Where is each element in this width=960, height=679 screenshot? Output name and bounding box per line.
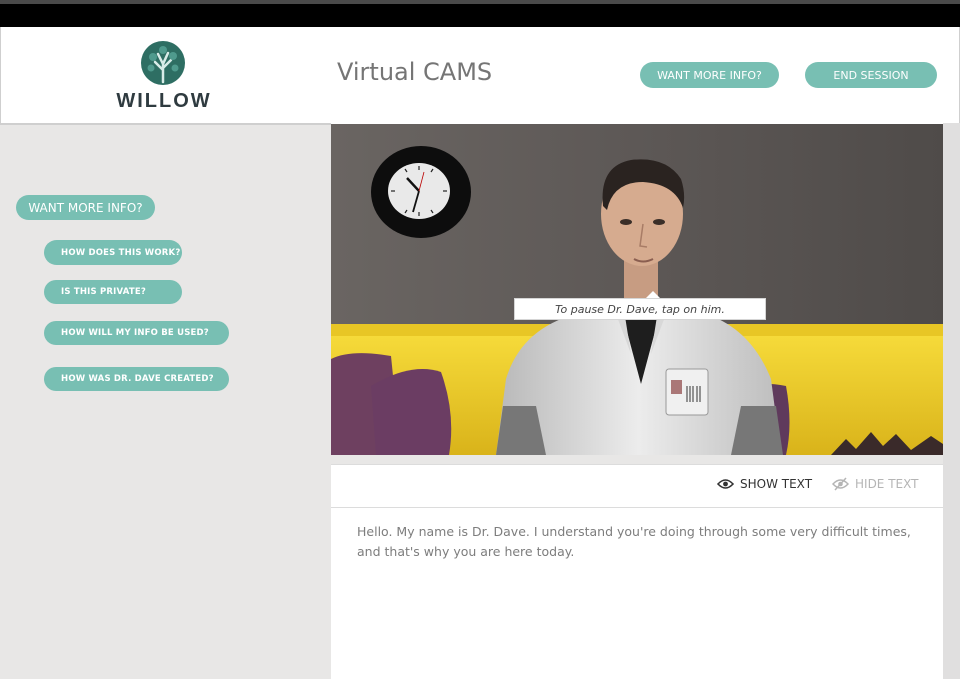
- window-top-bar: [0, 0, 960, 27]
- eye-icon: [717, 479, 734, 489]
- sidebar: WANT MORE INFO? HOW DOES THIS WORK? IS T…: [0, 123, 331, 679]
- top-stripe: [0, 0, 960, 4]
- tree-logo-icon: [141, 41, 185, 85]
- logo-text: WILLOW: [116, 90, 212, 112]
- clock-icon: [371, 146, 471, 238]
- pause-tooltip: To pause Dr. Dave, tap on him.: [514, 298, 766, 320]
- show-text-label: SHOW TEXT: [740, 477, 813, 491]
- hide-text-label: HIDE TEXT: [855, 477, 919, 491]
- end-session-button[interactable]: END SESSION: [805, 62, 937, 88]
- avatar-scene[interactable]: [331, 124, 943, 455]
- show-text-button[interactable]: SHOW TEXT: [717, 477, 812, 491]
- sidebar-want-more-info-button[interactable]: WANT MORE INFO?: [16, 195, 155, 220]
- text-controls: SHOW TEXT HIDE TEXT: [331, 464, 943, 508]
- header: WILLOW Virtual CAMS WANT MORE INFO? END …: [0, 27, 960, 123]
- faq-info-usage-button[interactable]: HOW WILL MY INFO BE USED?: [44, 321, 229, 345]
- faq-dr-dave-created-button[interactable]: HOW WAS DR. DAVE CREATED?: [44, 367, 229, 391]
- divider-strip: [331, 455, 943, 464]
- transcript-text: Hello. My name is Dr. Dave. I understand…: [357, 524, 911, 559]
- want-more-info-button[interactable]: WANT MORE INFO?: [640, 62, 779, 88]
- page-title: Virtual CAMS: [337, 58, 493, 86]
- tooltip-arrow: [646, 291, 660, 298]
- avatar-video[interactable]: [331, 124, 943, 455]
- faq-how-does-this-work-button[interactable]: HOW DOES THIS WORK?: [44, 240, 182, 265]
- hide-text-button[interactable]: HIDE TEXT: [832, 477, 918, 491]
- faq-is-this-private-button[interactable]: IS THIS PRIVATE?: [44, 280, 182, 304]
- right-scrollbar-track[interactable]: [943, 123, 960, 679]
- eye-slash-icon: [832, 477, 849, 491]
- transcript-panel: Hello. My name is Dr. Dave. I understand…: [331, 508, 943, 679]
